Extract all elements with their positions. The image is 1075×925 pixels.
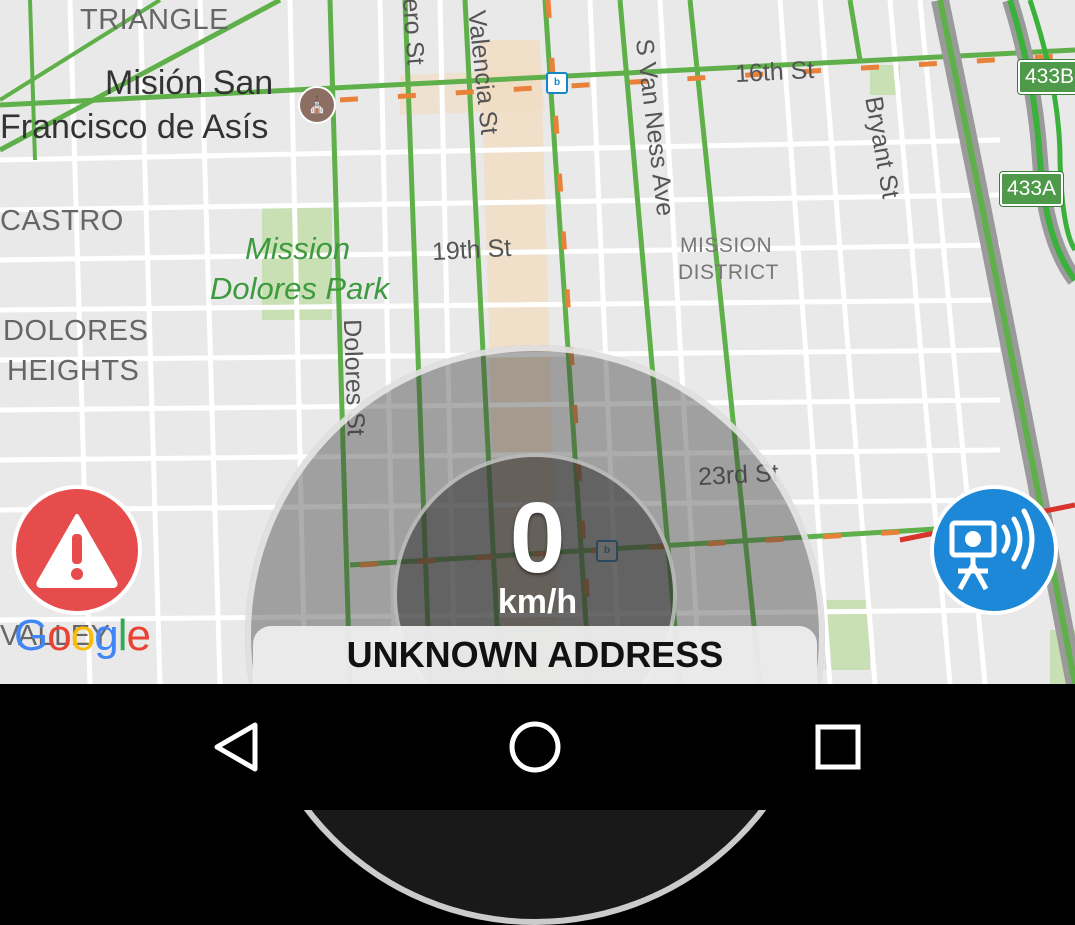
street-16th-label: 16th St bbox=[734, 55, 815, 89]
transit-station-icon: b bbox=[546, 72, 568, 94]
speed-unit: km/h bbox=[497, 583, 578, 621]
speed-value: 0 bbox=[509, 482, 566, 594]
street-19th-label: 19th St bbox=[431, 233, 512, 267]
neighborhood-castro-label: CASTRO bbox=[0, 205, 124, 237]
warning-triangle-icon bbox=[36, 514, 118, 588]
highway-exit-433b: 433B bbox=[1018, 60, 1075, 94]
android-nav-bar bbox=[0, 684, 1075, 810]
google-logo-letter: G bbox=[14, 611, 48, 660]
address-text: UNKNOWN ADDRESS bbox=[346, 634, 724, 675]
neighborhood-triangle-label: TRIANGLE bbox=[80, 4, 230, 36]
home-circle-icon bbox=[509, 721, 561, 773]
park-label-line2: Dolores Park bbox=[210, 271, 390, 306]
google-logo-letter: g bbox=[94, 611, 119, 660]
speed-camera-button[interactable] bbox=[930, 485, 1058, 615]
neighborhood-mission-line2: DISTRICT bbox=[678, 261, 779, 284]
back-button[interactable] bbox=[200, 714, 270, 780]
landmark-pin-icon[interactable]: ⛪ bbox=[298, 86, 336, 124]
neighborhood-dolores-line1: DOLORES bbox=[3, 315, 149, 347]
google-logo-letter: o bbox=[47, 611, 72, 660]
recents-square-icon bbox=[815, 724, 861, 770]
place-mission-line2: Francisco de Asís bbox=[0, 108, 269, 146]
highway-exit-433a: 433A bbox=[1000, 172, 1064, 206]
neighborhood-dolores-line2: HEIGHTS bbox=[7, 355, 140, 387]
park-label-line1: Mission bbox=[245, 231, 351, 266]
google-logo-letter: o bbox=[70, 611, 96, 660]
place-mission-line1: Misión San bbox=[105, 64, 274, 102]
neighborhood-mission-line1: MISSION bbox=[680, 234, 773, 257]
recents-button[interactable] bbox=[803, 714, 873, 780]
report-alert-button[interactable] bbox=[12, 485, 142, 615]
address-bar[interactable]: UNKNOWN ADDRESS bbox=[253, 626, 817, 684]
street-guerrero-label: rero St bbox=[396, 0, 430, 66]
google-logo-letter: e bbox=[126, 611, 151, 660]
speed-camera-icon bbox=[949, 508, 1035, 591]
google-logo: Google bbox=[14, 611, 151, 660]
back-triangle-icon bbox=[214, 722, 258, 772]
home-button[interactable] bbox=[500, 714, 570, 780]
